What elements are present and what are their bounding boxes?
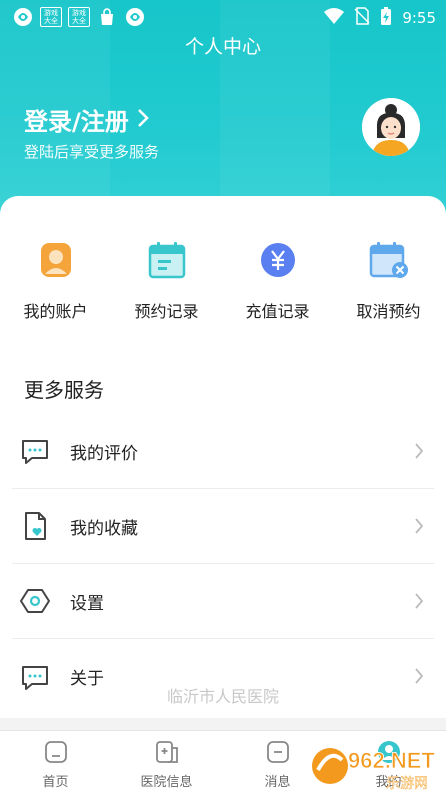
tab-hospital-info[interactable]: 医院信息 <box>111 739 222 790</box>
settings-hex-icon <box>20 586 50 616</box>
badge-text: 游戏大全 <box>44 9 58 25</box>
game-badge-icon: 游戏大全 <box>68 7 90 27</box>
menu-my-favorites[interactable]: 我的收藏 <box>12 489 434 564</box>
login-register-link[interactable]: 登录/注册 登陆后享受更多服务 <box>24 102 159 162</box>
menu-my-reviews[interactable]: 我的评价 <box>12 414 434 489</box>
menu-label: 我的评价 <box>70 443 138 464</box>
quick-recharge-records[interactable]: 充值记录 <box>222 240 333 322</box>
logo-text: 962.NET <box>348 748 435 773</box>
comment-icon <box>20 436 50 466</box>
services-menu: 我的评价 我的收藏 设置 关于 <box>0 414 446 714</box>
battery-charging-icon <box>380 6 392 30</box>
hospital-watermark: 临沂市人民医院 <box>166 687 279 706</box>
content-card: 我的账户 预约记录 充值记录 取消预约 更多服务 我的评价 我的收藏 设置 关于… <box>0 196 446 718</box>
no-sim-icon <box>354 7 370 29</box>
quick-cancel-appointment[interactable]: 取消预约 <box>333 240 444 322</box>
avatar[interactable] <box>362 98 420 156</box>
yuan-coin-icon <box>258 240 298 280</box>
quick-label: 取消预约 <box>356 302 421 321</box>
tab-home[interactable]: 首页 <box>0 739 111 790</box>
app-swirl-icon <box>12 6 34 28</box>
chevron-right-icon <box>414 592 424 610</box>
menu-label: 我的收藏 <box>70 518 138 539</box>
menu-label: 设置 <box>70 593 104 614</box>
hospital-icon <box>154 739 180 765</box>
quick-my-account[interactable]: 我的账户 <box>0 240 111 322</box>
status-time: 9:55 <box>402 9 436 27</box>
calendar-icon <box>147 240 187 280</box>
login-subtitle: 登陆后享受更多服务 <box>24 143 160 161</box>
login-title: 登录/注册 <box>24 108 129 136</box>
home-icon <box>43 739 69 765</box>
quick-label: 预约记录 <box>134 302 199 321</box>
badge-text: 游戏大全 <box>72 9 86 25</box>
quick-label: 充值记录 <box>245 302 310 321</box>
page-title: 个人中心 <box>184 36 261 58</box>
game-badge-icon: 游戏大全 <box>40 7 62 27</box>
status-bar: 游戏大全 游戏大全 9:55 <box>0 0 446 34</box>
logo-subtext: 乐游网 <box>386 776 428 792</box>
chevron-right-icon <box>137 106 149 134</box>
tab-label: 医院信息 <box>140 775 193 790</box>
menu-settings[interactable]: 设置 <box>12 564 434 639</box>
bag-icon <box>96 6 118 28</box>
calendar-cancel-icon <box>369 240 409 280</box>
account-icon <box>36 240 76 280</box>
app-swirl-icon <box>124 6 146 28</box>
chevron-right-icon <box>414 517 424 535</box>
site-logo-watermark: 962.NET 乐游网 <box>308 740 442 792</box>
wifi-icon <box>324 8 345 28</box>
quick-actions: 我的账户 预约记录 充值记录 取消预约 <box>0 240 446 330</box>
more-services-title: 更多服务 <box>24 378 104 402</box>
chevron-right-icon <box>414 442 424 460</box>
favorite-doc-icon <box>20 511 50 541</box>
quick-appointment-records[interactable]: 预约记录 <box>111 240 222 322</box>
quick-label: 我的账户 <box>23 302 88 321</box>
message-icon <box>265 739 291 765</box>
tab-label: 首页 <box>42 775 69 790</box>
